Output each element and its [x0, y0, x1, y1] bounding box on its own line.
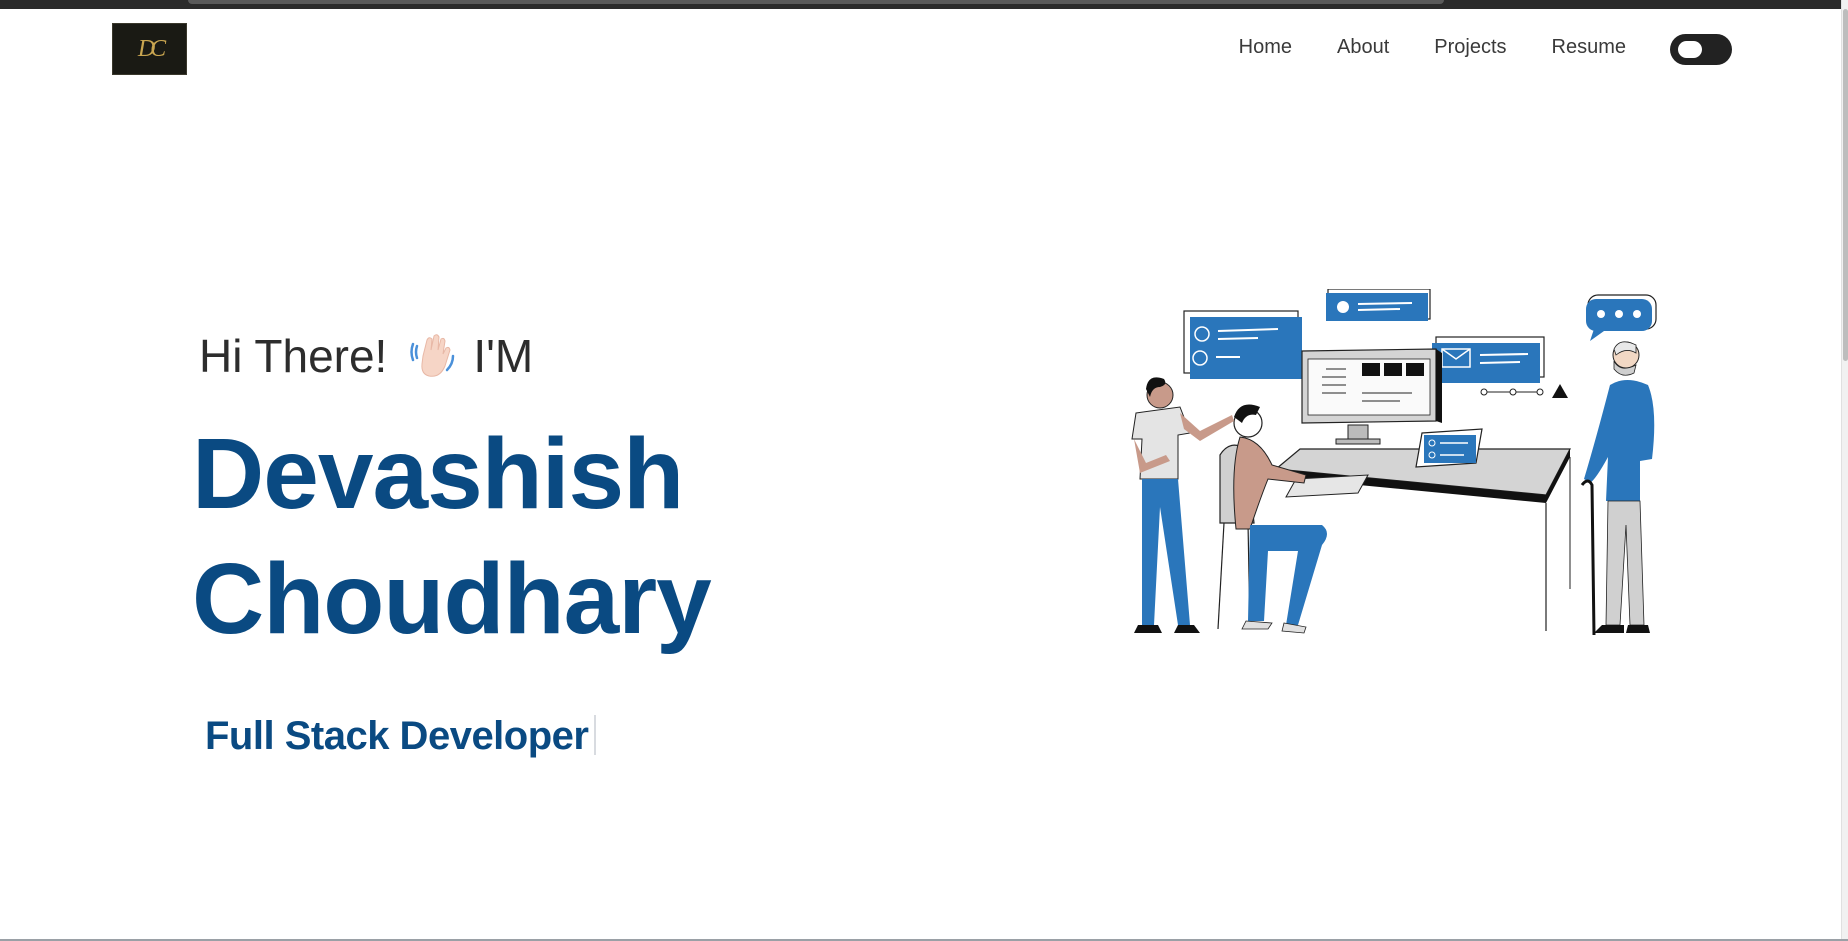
first-name: Devashish	[192, 418, 684, 530]
role-typewriter: Full Stack Developer	[205, 714, 597, 759]
role-text: Full Stack Developer	[205, 714, 589, 758]
chat-bubble	[1586, 294, 1657, 341]
hero-section: Hi There! I'M Devashish Choudhary Full S…	[0, 89, 1840, 939]
greeting-text: Hi There!	[199, 330, 388, 382]
last-name: Choudhary	[192, 543, 712, 655]
nav-resume[interactable]: Resume	[1552, 36, 1626, 59]
nav-home[interactable]: Home	[1239, 36, 1292, 59]
logo[interactable]: DC	[112, 23, 187, 75]
nav-about[interactable]: About	[1337, 36, 1389, 59]
nav-projects[interactable]: Projects	[1434, 36, 1506, 59]
panel-left	[1183, 310, 1302, 379]
logo-text: DC	[137, 35, 166, 62]
seated-developer	[1233, 404, 1327, 634]
theme-toggle[interactable]	[1670, 34, 1732, 65]
scrollbar-thumb[interactable]	[1843, 9, 1848, 361]
tablet	[1415, 428, 1483, 468]
nav-links: Home About Projects Resume	[1239, 36, 1626, 59]
standing-person-left	[1131, 377, 1234, 633]
browser-top-strip	[0, 0, 1848, 9]
greeting: Hi There! I'M	[199, 329, 533, 383]
greeting-im: I'M	[473, 330, 534, 382]
developers-illustration	[1131, 289, 1657, 636]
monitor	[1301, 348, 1442, 445]
top-strip-edge	[188, 0, 1444, 4]
toggle-knob	[1678, 41, 1702, 58]
navbar: DC Home About Projects Resume	[0, 9, 1840, 89]
panel-mail	[1432, 336, 1545, 383]
progress-line	[1480, 384, 1568, 398]
old-man	[1580, 341, 1655, 636]
typing-cursor	[594, 715, 597, 755]
page-scrollbar[interactable]	[1841, 0, 1848, 941]
waving-hand-icon	[410, 334, 455, 377]
panel-check	[1326, 289, 1431, 321]
